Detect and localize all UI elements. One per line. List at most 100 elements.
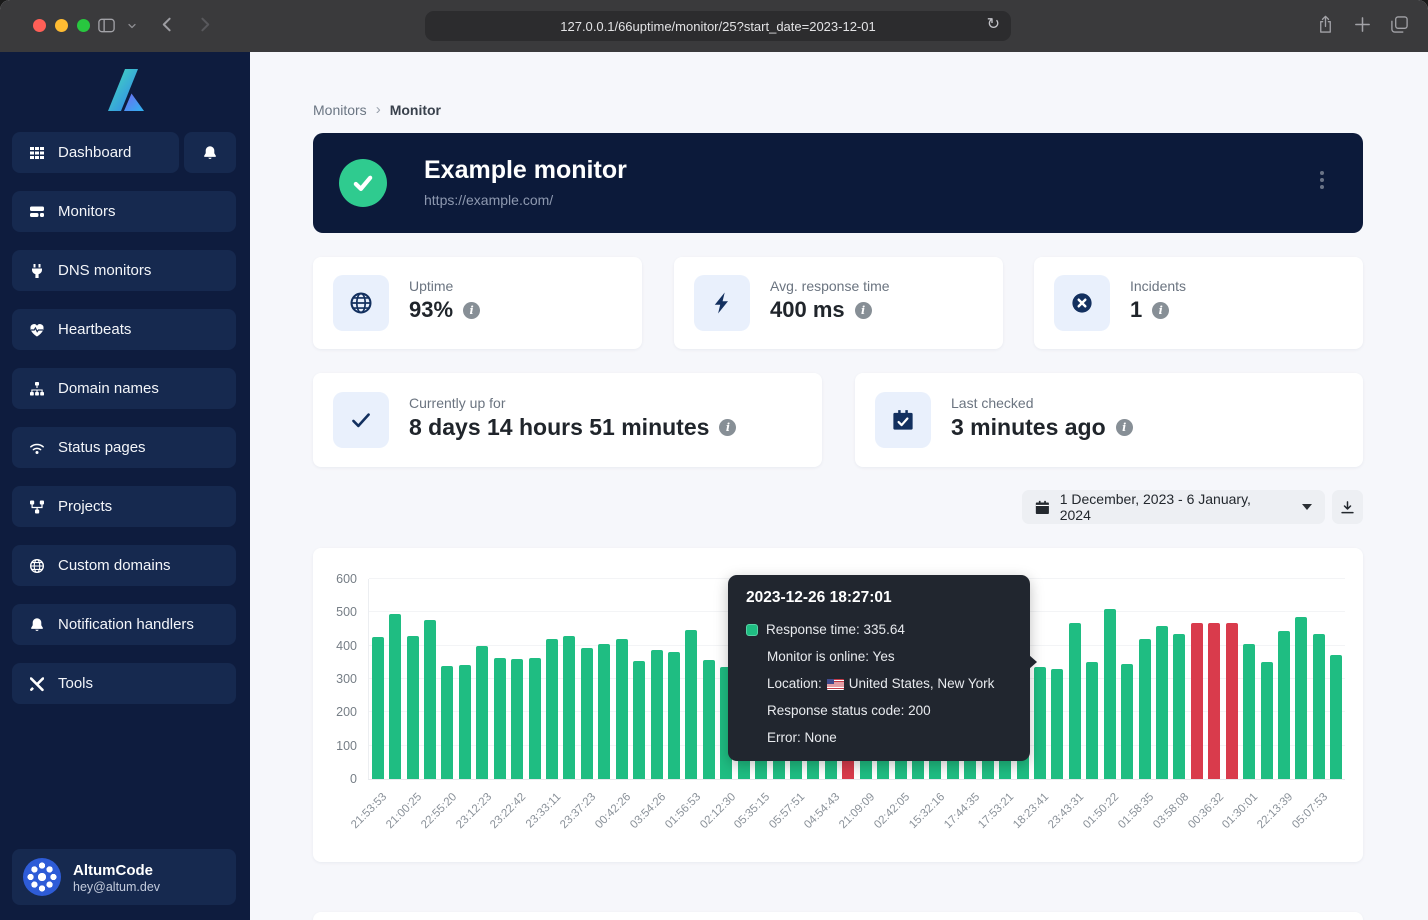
- stat-value: 8 days 14 hours 51 minutes: [409, 414, 709, 441]
- sidebar-item-projects[interactable]: Projects: [12, 486, 236, 527]
- chart-bar[interactable]: [1208, 623, 1220, 779]
- sidebar-item-dns-monitors[interactable]: DNS monitors: [12, 250, 236, 291]
- sidebar-item-status-pages[interactable]: Status pages: [12, 427, 236, 468]
- chart-bar[interactable]: [546, 639, 558, 779]
- date-range-picker[interactable]: 1 December, 2023 - 6 January, 2024: [1022, 490, 1325, 524]
- bell-icon: [202, 145, 218, 161]
- x-tick-label: 01:56:53: [663, 791, 703, 831]
- chart-bar[interactable]: [1104, 609, 1116, 779]
- chart-bar[interactable]: [1226, 623, 1238, 779]
- uptime-card: Uptime 93%: [313, 257, 642, 349]
- chart-bar[interactable]: [1086, 662, 1098, 779]
- x-tick-label: 23:37:23: [558, 791, 598, 831]
- chart-bar[interactable]: [563, 636, 575, 779]
- x-tick-label: 23:12:23: [454, 791, 494, 831]
- share-icon[interactable]: [1316, 15, 1335, 39]
- chart-bar[interactable]: [1156, 626, 1168, 779]
- check-icon: [350, 170, 376, 196]
- chart-bar[interactable]: [1173, 634, 1185, 779]
- sidebar-item-label: Custom domains: [58, 557, 171, 574]
- new-tab-icon[interactable]: [1353, 15, 1372, 39]
- chart-bar[interactable]: [494, 658, 506, 779]
- notifications-button[interactable]: [184, 132, 236, 173]
- stat-label: Incidents: [1130, 278, 1186, 294]
- sidebar-item-heartbeats[interactable]: Heartbeats: [12, 309, 236, 350]
- reload-icon[interactable]: [987, 14, 1000, 34]
- chart-bar[interactable]: [668, 652, 680, 779]
- chart-bar[interactable]: [1034, 667, 1046, 779]
- chart-bar[interactable]: [616, 639, 628, 779]
- sidebar-item-monitors[interactable]: Monitors: [12, 191, 236, 232]
- stat-label: Currently up for: [409, 395, 505, 411]
- stat-value: 93%: [409, 297, 453, 323]
- chart-bar[interactable]: [581, 648, 593, 779]
- breadcrumb-monitors-link[interactable]: Monitors: [313, 102, 367, 118]
- info-icon[interactable]: [1152, 302, 1169, 319]
- series-marker-icon: [746, 624, 758, 636]
- back-button[interactable]: [159, 16, 176, 33]
- close-window-button[interactable]: [33, 19, 46, 32]
- sidebar-item-tools[interactable]: Tools: [12, 663, 236, 704]
- sidebar-item-dashboard[interactable]: Dashboard: [12, 132, 179, 173]
- y-tick-label: 500: [317, 605, 357, 619]
- minimize-window-button[interactable]: [55, 19, 68, 32]
- monitor-url[interactable]: https://example.com/: [424, 192, 553, 208]
- monitor-options-kebab-icon[interactable]: [1320, 171, 1324, 175]
- chart-bar[interactable]: [1121, 664, 1133, 779]
- chart-bar[interactable]: [685, 630, 697, 779]
- tooltip-online: Monitor is online: Yes: [746, 643, 1012, 670]
- chart-bar[interactable]: [1295, 617, 1307, 779]
- wifi-icon: [29, 440, 45, 456]
- address-bar[interactable]: 127.0.0.1/66uptime/monitor/25?start_date…: [425, 11, 1011, 41]
- sidebar-item-domain-names[interactable]: Domain names: [12, 368, 236, 409]
- info-icon[interactable]: [855, 302, 872, 319]
- chart-bar[interactable]: [1243, 644, 1255, 779]
- sidebar-item-label: Notification handlers: [58, 616, 194, 633]
- sidebar-toggle-icon[interactable]: [97, 16, 116, 35]
- tab-overview-icon[interactable]: [1390, 15, 1409, 39]
- last-checked-card: Last checked 3 minutes ago: [855, 373, 1363, 467]
- chart-bar[interactable]: [1278, 631, 1290, 779]
- altumcode-logo-icon[interactable]: [0, 52, 250, 113]
- chart-bar[interactable]: [511, 659, 523, 779]
- y-tick-label: 400: [317, 639, 357, 653]
- chart-bar[interactable]: [633, 661, 645, 779]
- sitemap-icon: [29, 381, 45, 397]
- chart-bar[interactable]: [1313, 634, 1325, 779]
- chart-bar[interactable]: [1330, 655, 1342, 779]
- account-menu[interactable]: AltumCode hey@altum.dev: [12, 849, 236, 905]
- chart-bar[interactable]: [1261, 662, 1273, 779]
- download-button[interactable]: [1332, 490, 1363, 524]
- chevron-down-icon[interactable]: [126, 20, 138, 32]
- chart-bar[interactable]: [1069, 623, 1081, 779]
- sidebar-item-notification-handlers[interactable]: Notification handlers: [12, 604, 236, 645]
- x-tick-label: 01:30:01: [1221, 791, 1261, 831]
- chart-bar[interactable]: [389, 614, 401, 779]
- breadcrumb: Monitors Monitor: [313, 101, 441, 118]
- icon-square: [1054, 275, 1110, 331]
- chart-bar[interactable]: [407, 636, 419, 779]
- chart-bar[interactable]: [372, 637, 384, 779]
- icon-square: [694, 275, 750, 331]
- chart-bar[interactable]: [459, 665, 471, 779]
- icon-square: [333, 275, 389, 331]
- info-icon[interactable]: [463, 302, 480, 319]
- chart-bar[interactable]: [529, 658, 541, 779]
- chart-bar[interactable]: [651, 650, 663, 779]
- chart-yaxis: 0100200300400500600: [317, 579, 357, 779]
- chart-bar[interactable]: [476, 646, 488, 779]
- sidebar-item-label: Status pages: [58, 439, 146, 456]
- chart-bar[interactable]: [441, 666, 453, 779]
- chart-bar[interactable]: [424, 620, 436, 779]
- chart-bar[interactable]: [598, 644, 610, 779]
- chart-bar[interactable]: [1051, 669, 1063, 779]
- chart-bar[interactable]: [1139, 639, 1151, 779]
- stat-value: 1: [1130, 297, 1142, 323]
- info-icon[interactable]: [719, 419, 736, 436]
- sidebar-item-custom-domains[interactable]: Custom domains: [12, 545, 236, 586]
- chart-bar[interactable]: [703, 660, 715, 779]
- info-icon[interactable]: [1116, 419, 1133, 436]
- chart-bar[interactable]: [1191, 623, 1203, 779]
- forward-button[interactable]: [196, 16, 213, 33]
- zoom-window-button[interactable]: [77, 19, 90, 32]
